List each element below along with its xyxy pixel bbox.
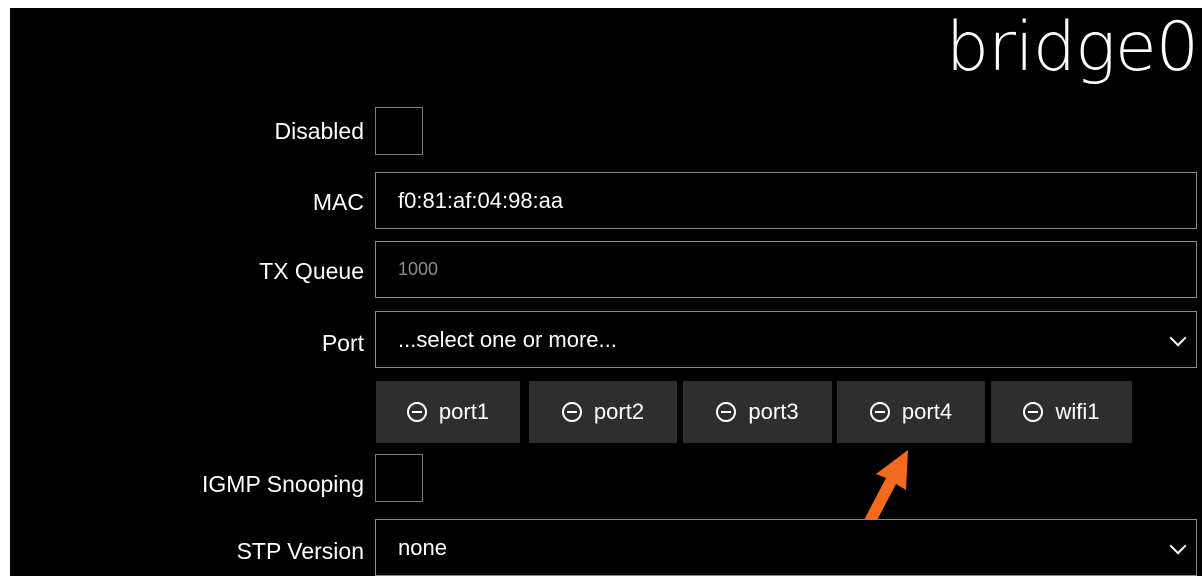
port-tag-port1[interactable]: port1: [376, 381, 520, 443]
stp-version-label: STP Version: [236, 538, 364, 564]
igmp-snooping-checkbox[interactable]: [375, 454, 423, 502]
stp-version-value: none: [398, 534, 447, 560]
chevron-down-icon: [1169, 537, 1187, 554]
stp-version-select[interactable]: none: [375, 519, 1197, 576]
port-tag-port4[interactable]: port4: [837, 381, 985, 443]
arrow-icon: [864, 450, 908, 524]
port-tag-label: port3: [748, 399, 799, 424]
port-tag-label: port4: [901, 399, 953, 424]
port-tag-port3[interactable]: port3: [683, 381, 832, 443]
interface-panel: bridge0 Disabled MAC f0:81:af:04:98:aa T…: [0, 0, 1202, 576]
mac-input[interactable]: f0:81:af:04:98:aa: [375, 172, 1197, 229]
page-title: bridge0: [945, 8, 1199, 87]
tx-queue-label: TX Queue: [259, 258, 364, 284]
disabled-checkbox[interactable]: [375, 107, 423, 155]
port-placeholder: ...select one or more...: [398, 326, 617, 352]
minus-circle-icon[interactable]: [716, 402, 737, 422]
igmp-snooping-label: IGMP Snooping: [202, 471, 364, 497]
minus-circle-icon[interactable]: [869, 402, 890, 422]
port-tag-label: port1: [438, 399, 490, 424]
mac-value: f0:81:af:04:98:aa: [398, 187, 564, 213]
port-label: Port: [321, 330, 364, 356]
port-select[interactable]: ...select one or more...: [375, 311, 1197, 368]
tx-queue-input[interactable]: 1000: [375, 241, 1197, 298]
minus-circle-icon[interactable]: [561, 402, 582, 422]
chevron-down-icon: [1169, 329, 1187, 346]
port-tag-port2[interactable]: port2: [529, 381, 677, 443]
tx-queue-placeholder: 1000: [398, 259, 439, 279]
minus-circle-icon[interactable]: [1023, 402, 1044, 422]
port-tag-label: port2: [593, 399, 645, 424]
mac-label: MAC: [312, 189, 364, 215]
disabled-label: Disabled: [274, 118, 365, 144]
port-tag-wifi1[interactable]: wifi1: [991, 381, 1132, 443]
port-tag-label: wifi1: [1055, 399, 1100, 424]
minus-circle-icon[interactable]: [406, 402, 427, 422]
